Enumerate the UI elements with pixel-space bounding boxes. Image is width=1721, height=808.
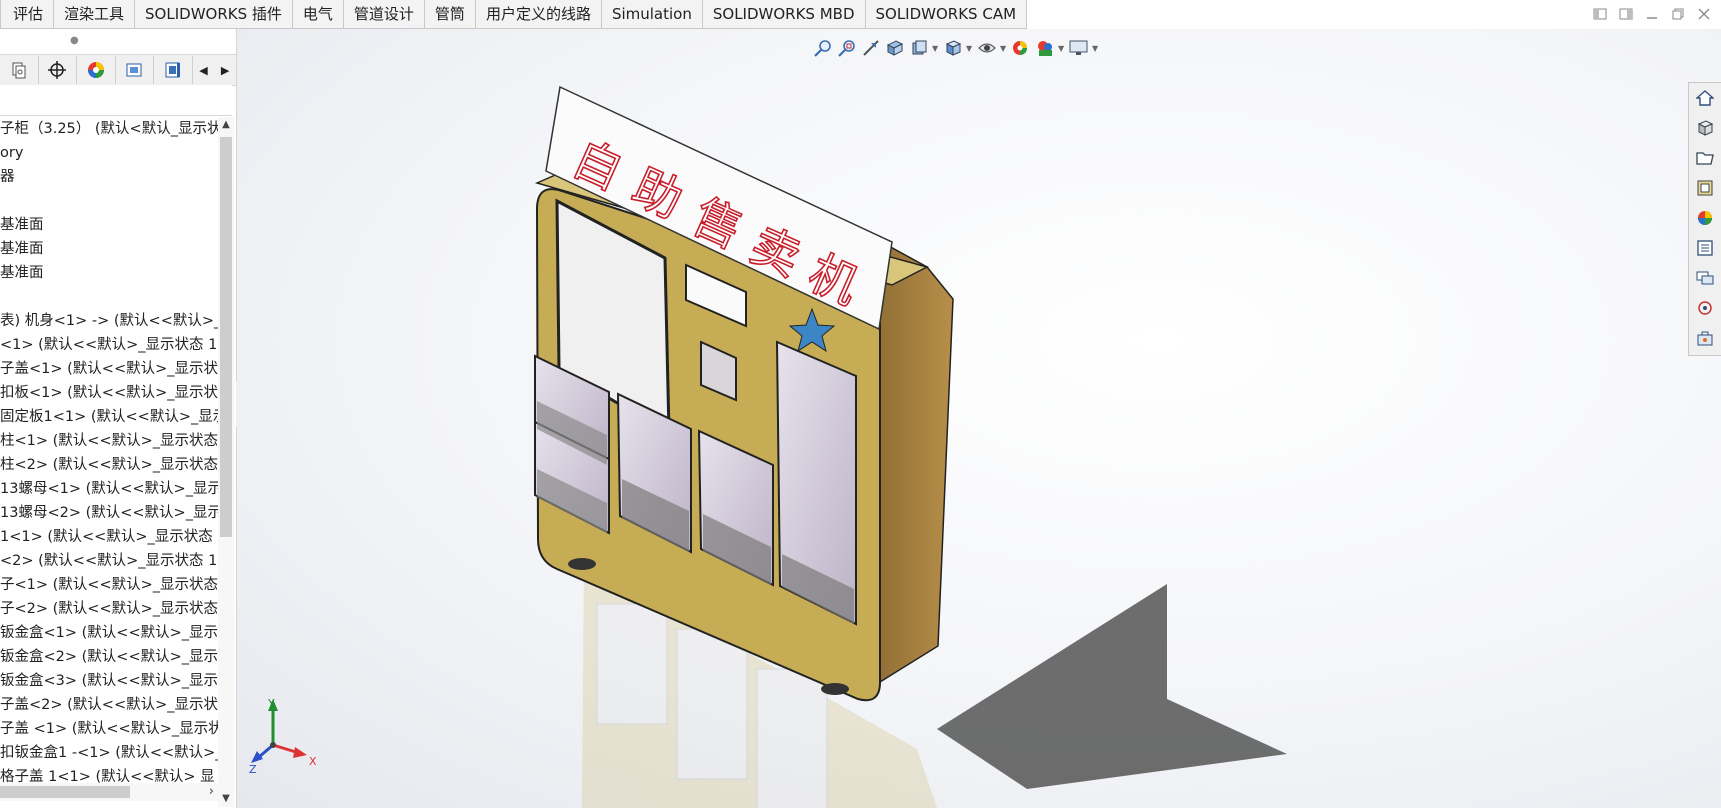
- scroll-thumb[interactable]: [0, 786, 130, 798]
- scroll-right-icon[interactable]: ›: [209, 783, 214, 801]
- tab-cam[interactable]: SOLIDWORKS CAM: [866, 0, 1028, 28]
- tab-electrical[interactable]: 电气: [293, 0, 344, 28]
- tree-item[interactable]: 基准面: [0, 237, 218, 261]
- tree-item[interactable]: 钣金盒<1> (默认<<默认>_显示: [0, 621, 218, 645]
- section-view-icon[interactable]: [884, 36, 906, 60]
- tree-item[interactable]: 柱<2> (默认<<默认>_显示状态: [0, 453, 218, 477]
- apply-scene-icon[interactable]: [1034, 36, 1056, 60]
- foot: [821, 683, 849, 695]
- vending-machine-model[interactable]: 自 助 售 卖 机: [237, 29, 1721, 808]
- restore-icon[interactable]: [1669, 5, 1687, 23]
- tree-item[interactable]: 子<1> (默认<<默认>_显示状态: [0, 573, 218, 597]
- tile-right-icon[interactable]: [1617, 5, 1635, 23]
- panel-grip-icon[interactable]: ●: [70, 35, 79, 46]
- scroll-down-icon[interactable]: ▼: [218, 791, 234, 807]
- file-explorer-icon[interactable]: [1689, 143, 1721, 173]
- tree-item[interactable]: 13螺母<2> (默认<<默认>_显示: [0, 501, 218, 525]
- tab-user-defined-routing[interactable]: 用户定义的线路: [476, 0, 602, 28]
- chevron-down-icon[interactable]: ▼: [1000, 44, 1008, 53]
- tab-addins[interactable]: SOLIDWORKS 插件: [135, 0, 293, 28]
- tree-horizontal-scrollbar[interactable]: ›: [0, 783, 218, 801]
- display-manager-icon[interactable]: [77, 56, 116, 84]
- appearances-icon[interactable]: [1689, 203, 1721, 233]
- cam-feature-icon[interactable]: [116, 56, 155, 84]
- home-icon[interactable]: [1689, 83, 1721, 113]
- tab-tubing[interactable]: 管筒: [425, 0, 476, 28]
- zoom-to-fit-icon[interactable]: [812, 36, 834, 60]
- close-icon[interactable]: [1695, 5, 1713, 23]
- tree-item[interactable]: 子盖<2> (默认<<默认>_显示状: [0, 693, 218, 717]
- triad-x-label: X: [309, 755, 317, 768]
- tab-mbd[interactable]: SOLIDWORKS MBD: [703, 0, 866, 28]
- triad-y-label: Y: [267, 697, 275, 710]
- tab-piping[interactable]: 管道设计: [344, 0, 425, 28]
- reference-triad: Y X Z: [249, 697, 317, 775]
- design-library-icon[interactable]: [1689, 113, 1721, 143]
- toolbox-icon[interactable]: [1689, 323, 1721, 353]
- tree-item[interactable]: 子盖 <1> (默认<<默认>_显示状: [0, 717, 218, 741]
- chevron-down-icon[interactable]: ▼: [932, 44, 940, 53]
- tree-item[interactable]: [0, 285, 218, 309]
- feature-tree: 子柜（3.25） (默认<默认_显示状 ory 器 基准面 基准面 基准面 表)…: [0, 117, 218, 807]
- edit-appearance-icon[interactable]: [1010, 36, 1032, 60]
- triad-z-label: Z: [249, 763, 257, 775]
- tree-vertical-scrollbar[interactable]: ▲ ▼: [218, 117, 234, 807]
- tree-item[interactable]: 13螺母<1> (默认<<默认>_显示: [0, 477, 218, 501]
- dimxpert-icon[interactable]: [39, 56, 78, 84]
- configuration-manager-icon[interactable]: [0, 56, 39, 84]
- scroll-thumb[interactable]: [220, 137, 232, 537]
- scroll-up-icon[interactable]: ▲: [218, 117, 234, 133]
- view-settings-icon[interactable]: [1068, 36, 1090, 60]
- tree-item[interactable]: ory: [0, 141, 218, 165]
- tab-render-tools[interactable]: 渲染工具: [54, 0, 136, 28]
- tree-item[interactable]: 表) 机身<1> -> (默认<<默认>_显: [0, 309, 218, 333]
- tree-item[interactable]: 子柜（3.25） (默认<默认_显示状: [0, 117, 218, 141]
- zoom-to-area-icon[interactable]: [836, 36, 858, 60]
- tree-item[interactable]: 器: [0, 165, 218, 189]
- display-style-icon[interactable]: [976, 36, 998, 60]
- cam-operation-icon[interactable]: [154, 56, 193, 84]
- tabs-scroll-right-icon[interactable]: ▶: [214, 56, 236, 84]
- feature-manager-tabs: ◀ ▶: [0, 54, 236, 86]
- forum-icon[interactable]: [1689, 263, 1721, 293]
- tree-item[interactable]: [0, 189, 218, 213]
- tree-item[interactable]: 扣钣金盒1 -<1> (默认<<默认>_: [0, 741, 218, 765]
- graphics-area[interactable]: 自 助 售 卖 机 ▼ ▼ ▼ ▼ ▼ Y X Z: [237, 29, 1721, 808]
- tab-list: 评估 渲染工具 SOLIDWORKS 插件 电气 管道设计 管筒 用户定义的线路…: [0, 0, 1028, 29]
- tab-evaluate[interactable]: 评估: [0, 0, 55, 28]
- tree-item[interactable]: 钣金盒<2> (默认<<默认>_显示: [0, 645, 218, 669]
- tree-item[interactable]: 钣金盒<3> (默认<<默认>_显示: [0, 669, 218, 693]
- tree-item[interactable]: 扣板<1> (默认<<默认>_显示状: [0, 381, 218, 405]
- tree-item[interactable]: 基准面: [0, 213, 218, 237]
- custom-properties-icon[interactable]: [1689, 233, 1721, 263]
- tree-item[interactable]: <2> (默认<<默认>_显示状态 1: [0, 549, 218, 573]
- dynamic-annotation-icon[interactable]: [908, 36, 930, 60]
- view-orientation-icon[interactable]: [942, 36, 964, 60]
- task-pane-tabs: [1688, 82, 1721, 356]
- command-manager-tab-bar: 评估 渲染工具 SOLIDWORKS 插件 电气 管道设计 管筒 用户定义的线路…: [0, 0, 1721, 29]
- tree-item[interactable]: 基准面: [0, 261, 218, 285]
- chevron-down-icon[interactable]: ▼: [966, 44, 974, 53]
- tabs-scroll-left-icon[interactable]: ◀: [193, 56, 215, 84]
- tree-item[interactable]: 柱<1> (默认<<默认>_显示状态: [0, 429, 218, 453]
- foot: [568, 558, 596, 570]
- tree-item[interactable]: 固定板1<1> (默认<<默认>_显示: [0, 405, 218, 429]
- view-palette-icon[interactable]: [1689, 173, 1721, 203]
- solidworks-resources-icon[interactable]: [1689, 293, 1721, 323]
- previous-view-icon[interactable]: [860, 36, 882, 60]
- tile-left-icon[interactable]: [1591, 5, 1609, 23]
- tree-filter-area[interactable]: [0, 85, 232, 116]
- tree-item[interactable]: 子盖<1> (默认<<默认>_显示状: [0, 357, 218, 381]
- chevron-down-icon[interactable]: ▼: [1058, 44, 1066, 53]
- tree-item[interactable]: 子<2> (默认<<默认>_显示状态: [0, 597, 218, 621]
- window-controls: [1591, 0, 1713, 28]
- minimize-icon[interactable]: [1643, 5, 1661, 23]
- tree-item[interactable]: 1<1> (默认<<默认>_显示状态: [0, 525, 218, 549]
- chevron-down-icon[interactable]: ▼: [1092, 44, 1100, 53]
- heads-up-view-toolbar: ▼ ▼ ▼ ▼ ▼: [812, 33, 1100, 63]
- feature-manager-panel: ● ◀ ▶ 子柜（3.25） (默认<默认_显示状 ory 器 基准面 基准面 …: [0, 29, 237, 808]
- tab-simulation[interactable]: Simulation: [602, 0, 703, 28]
- tree-item[interactable]: <1> (默认<<默认>_显示状态 1: [0, 333, 218, 357]
- floor-shadow: [937, 584, 1287, 789]
